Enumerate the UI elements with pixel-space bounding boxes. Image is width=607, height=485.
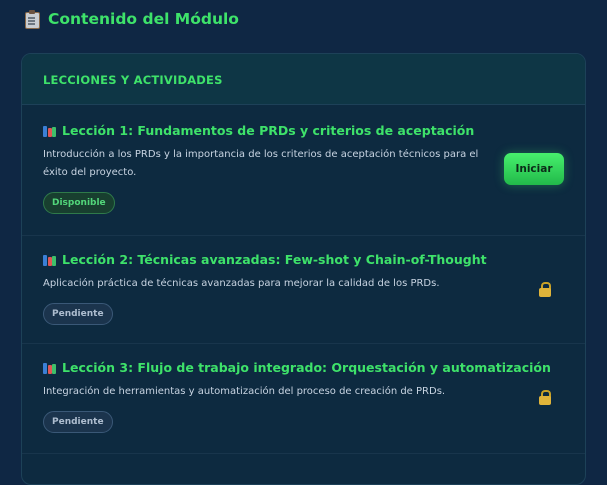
lock-icon	[539, 390, 551, 405]
lesson-title-text: Lección 3: Flujo de trabajo integrado: O…	[62, 360, 551, 375]
lesson-description: Aplicación práctica de técnicas avanzada…	[43, 278, 440, 289]
lesson-item-1: Lección 1: Fundamentos de PRDs y criteri…	[22, 105, 585, 236]
books-icon	[43, 125, 57, 137]
books-icon	[43, 254, 57, 266]
page-title-text: Contenido del Módulo	[48, 10, 239, 28]
lesson-description: Introducción a los PRDs y la importancia…	[43, 149, 479, 178]
lesson-title: Lección 3: Flujo de trabajo integrado: O…	[43, 344, 564, 375]
lesson-item-2: Lección 2: Técnicas avanzadas: Few-shot …	[22, 236, 585, 344]
lock-icon	[539, 282, 551, 297]
lessons-card: LECCIONES Y ACTIVIDADES Lección 1: Funda…	[21, 53, 586, 485]
status-badge: Pendiente	[43, 411, 113, 433]
status-badge: Pendiente	[43, 303, 113, 325]
section-header: LECCIONES Y ACTIVIDADES	[22, 54, 585, 105]
lesson-title: Lección 1: Fundamentos de PRDs y criteri…	[43, 105, 564, 138]
lesson-title: Lección 2: Técnicas avanzadas: Few-shot …	[43, 236, 564, 267]
status-badge: Disponible	[43, 192, 115, 214]
clipboard-icon	[24, 10, 40, 29]
books-icon	[43, 362, 57, 374]
lesson-title-text: Lección 1: Fundamentos de PRDs y criteri…	[62, 123, 475, 138]
lesson-description: Integración de herramientas y automatiza…	[43, 386, 446, 397]
start-lesson-button[interactable]: Iniciar	[504, 153, 564, 185]
lesson-item-3: Lección 3: Flujo de trabajo integrado: O…	[22, 344, 585, 454]
page-title: Contenido del Módulo	[24, 10, 239, 29]
lesson-title-text: Lección 2: Técnicas avanzadas: Few-shot …	[62, 252, 487, 267]
